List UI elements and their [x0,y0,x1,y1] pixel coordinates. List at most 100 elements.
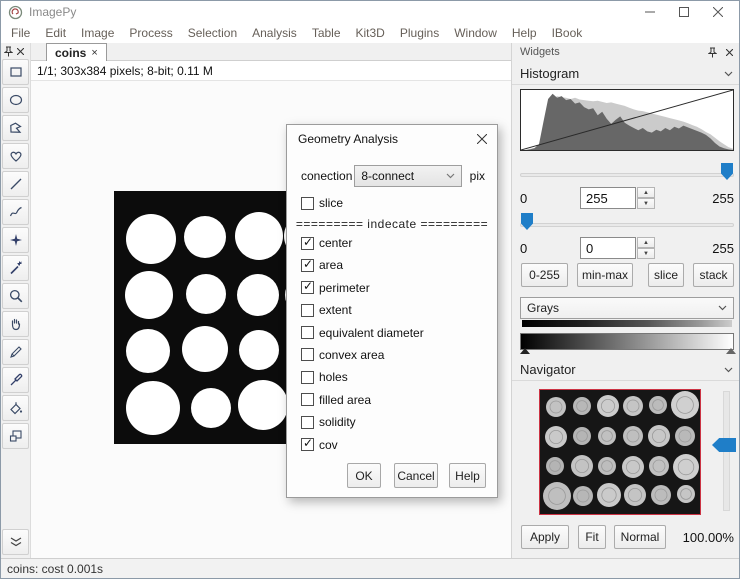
image-info-text: 1/1; 303x384 pixels; 8-bit; 0.11 M [37,64,213,78]
min-max-button[interactable]: min-max [577,263,633,287]
area-checkbox[interactable]: ✓ [301,259,314,272]
menu-item-table[interactable]: Table [306,24,347,42]
max-slider-handle[interactable] [721,163,733,180]
polygon-icon [8,120,24,136]
cancel-button[interactable]: Cancel [394,463,438,488]
ok-button[interactable]: OK [347,463,381,488]
menu-item-window[interactable]: Window [448,24,503,42]
min-slider-track[interactable] [520,223,734,227]
curve-tool[interactable] [2,199,29,225]
slice-label: slice [319,196,343,210]
connection-select[interactable]: 8-connect [354,165,461,187]
extent-checkbox[interactable] [301,304,314,317]
lut-preview-strip [522,320,732,327]
close-icon[interactable] [701,1,735,23]
min-spinner-input[interactable] [580,237,636,259]
min-spinner: ▲ ▼ [580,237,656,259]
filled-area-checkbox[interactable] [301,393,314,406]
gradient-right-handle[interactable] [726,348,736,354]
spinner-up-icon[interactable]: ▲ [637,237,655,248]
option-slice: slice [301,195,343,211]
checkmark-icon: ✓ [303,235,313,249]
dialog-titlebar[interactable]: Geometry Analysis [287,125,497,153]
navigator-thumbnail[interactable] [539,389,701,515]
tab-coins[interactable]: coins × [46,43,107,61]
spinner-up-icon[interactable]: ▲ [637,187,655,198]
magic-wand-tool[interactable] [2,255,29,281]
pencil-tool[interactable] [2,339,29,365]
zoom-tool[interactable] [2,283,29,309]
menu-item-image[interactable]: Image [75,24,120,42]
curve-icon [8,204,24,220]
menu-item-analysis[interactable]: Analysis [246,24,303,42]
connection-value: 8-connect [361,169,414,183]
max-slider-track[interactable] [520,173,734,177]
duplicate-tool[interactable] [2,423,29,449]
option-cov: ✓cov [301,437,424,453]
menu-item-selection[interactable]: Selection [182,24,243,42]
color-picker-tool[interactable] [2,367,29,393]
pin-icon[interactable] [705,45,719,59]
lut-gradient-bar[interactable] [520,333,734,350]
navigator-zoom-handle[interactable] [712,438,736,452]
fill-tool[interactable] [2,395,29,421]
polygon-tool[interactable] [2,115,29,141]
cov-checkbox[interactable]: ✓ [301,438,314,451]
lut-select[interactable]: Grays [520,297,734,319]
maximize-icon[interactable] [667,1,701,23]
dialog-options: ✓center✓area✓perimeterextentequivalent d… [301,235,424,459]
menu-item-edit[interactable]: Edit [39,24,72,42]
geometry-analysis-dialog: Geometry Analysis conection 8-connect pi… [286,124,498,498]
holes-checkbox[interactable] [301,371,314,384]
freehand-tool[interactable] [2,143,29,169]
point-tool[interactable] [2,227,29,253]
menu-item-plugins[interactable]: Plugins [394,24,445,42]
gradient-left-handle[interactable] [520,348,530,354]
perimeter-checkbox[interactable]: ✓ [301,281,314,294]
slice-button[interactable]: slice [648,263,684,287]
option-area: ✓area [301,257,424,273]
normal-button[interactable]: Normal [614,525,666,549]
ellipse-tool[interactable] [2,87,29,113]
min-slider-handle[interactable] [521,213,533,230]
histogram-section-header[interactable]: Histogram [512,63,740,85]
dialog-title: Geometry Analysis [298,132,398,146]
rectangle-tool[interactable] [2,59,29,85]
chevron-down-icon [446,173,455,179]
toolbar-overflow-button[interactable] [2,529,29,555]
image-info-bar: 1/1; 303x384 pixels; 8-bit; 0.11 M [31,61,511,81]
pin-icon[interactable] [4,46,13,57]
help-button[interactable]: Help [449,463,486,488]
spinner-down-icon[interactable]: ▼ [637,198,655,209]
0-255-button[interactable]: 0-255 [521,263,568,287]
line-tool[interactable] [2,171,29,197]
apply-button[interactable]: Apply [521,525,569,549]
widgets-close-icon[interactable] [722,45,736,59]
duplicate-icon [8,428,24,444]
max-value-row: 0 ▲ ▼ 255 [520,187,734,209]
solidity-checkbox[interactable] [301,416,314,429]
fit-button[interactable]: Fit [578,525,606,549]
status-text: coins: cost 0.001s [7,562,103,576]
center-checkbox[interactable]: ✓ [301,237,314,250]
convex-area-checkbox[interactable] [301,348,314,361]
checkmark-icon: ✓ [303,257,313,271]
dialog-close-icon[interactable] [467,125,497,153]
spinner-down-icon[interactable]: ▼ [637,248,655,259]
navigator-section-header[interactable]: Navigator [512,359,740,381]
chevron-down-icon [718,305,727,311]
equivalent-diameter-checkbox[interactable] [301,326,314,339]
menu-item-file[interactable]: File [5,24,36,42]
max-spinner-input[interactable] [580,187,636,209]
minimize-icon[interactable] [633,1,667,23]
menu-item-kit3d[interactable]: Kit3D [350,24,391,42]
toolbar-close-icon[interactable] [17,48,24,55]
menu-item-help[interactable]: Help [506,24,543,42]
menu-item-process[interactable]: Process [123,24,178,42]
tab-close-icon[interactable]: × [91,47,97,59]
menu-item-ibook[interactable]: IBook [546,24,589,42]
pan-tool[interactable] [2,311,29,337]
histogram-plot [520,89,734,151]
slice-checkbox[interactable] [301,197,314,210]
stack-button[interactable]: stack [693,263,734,287]
